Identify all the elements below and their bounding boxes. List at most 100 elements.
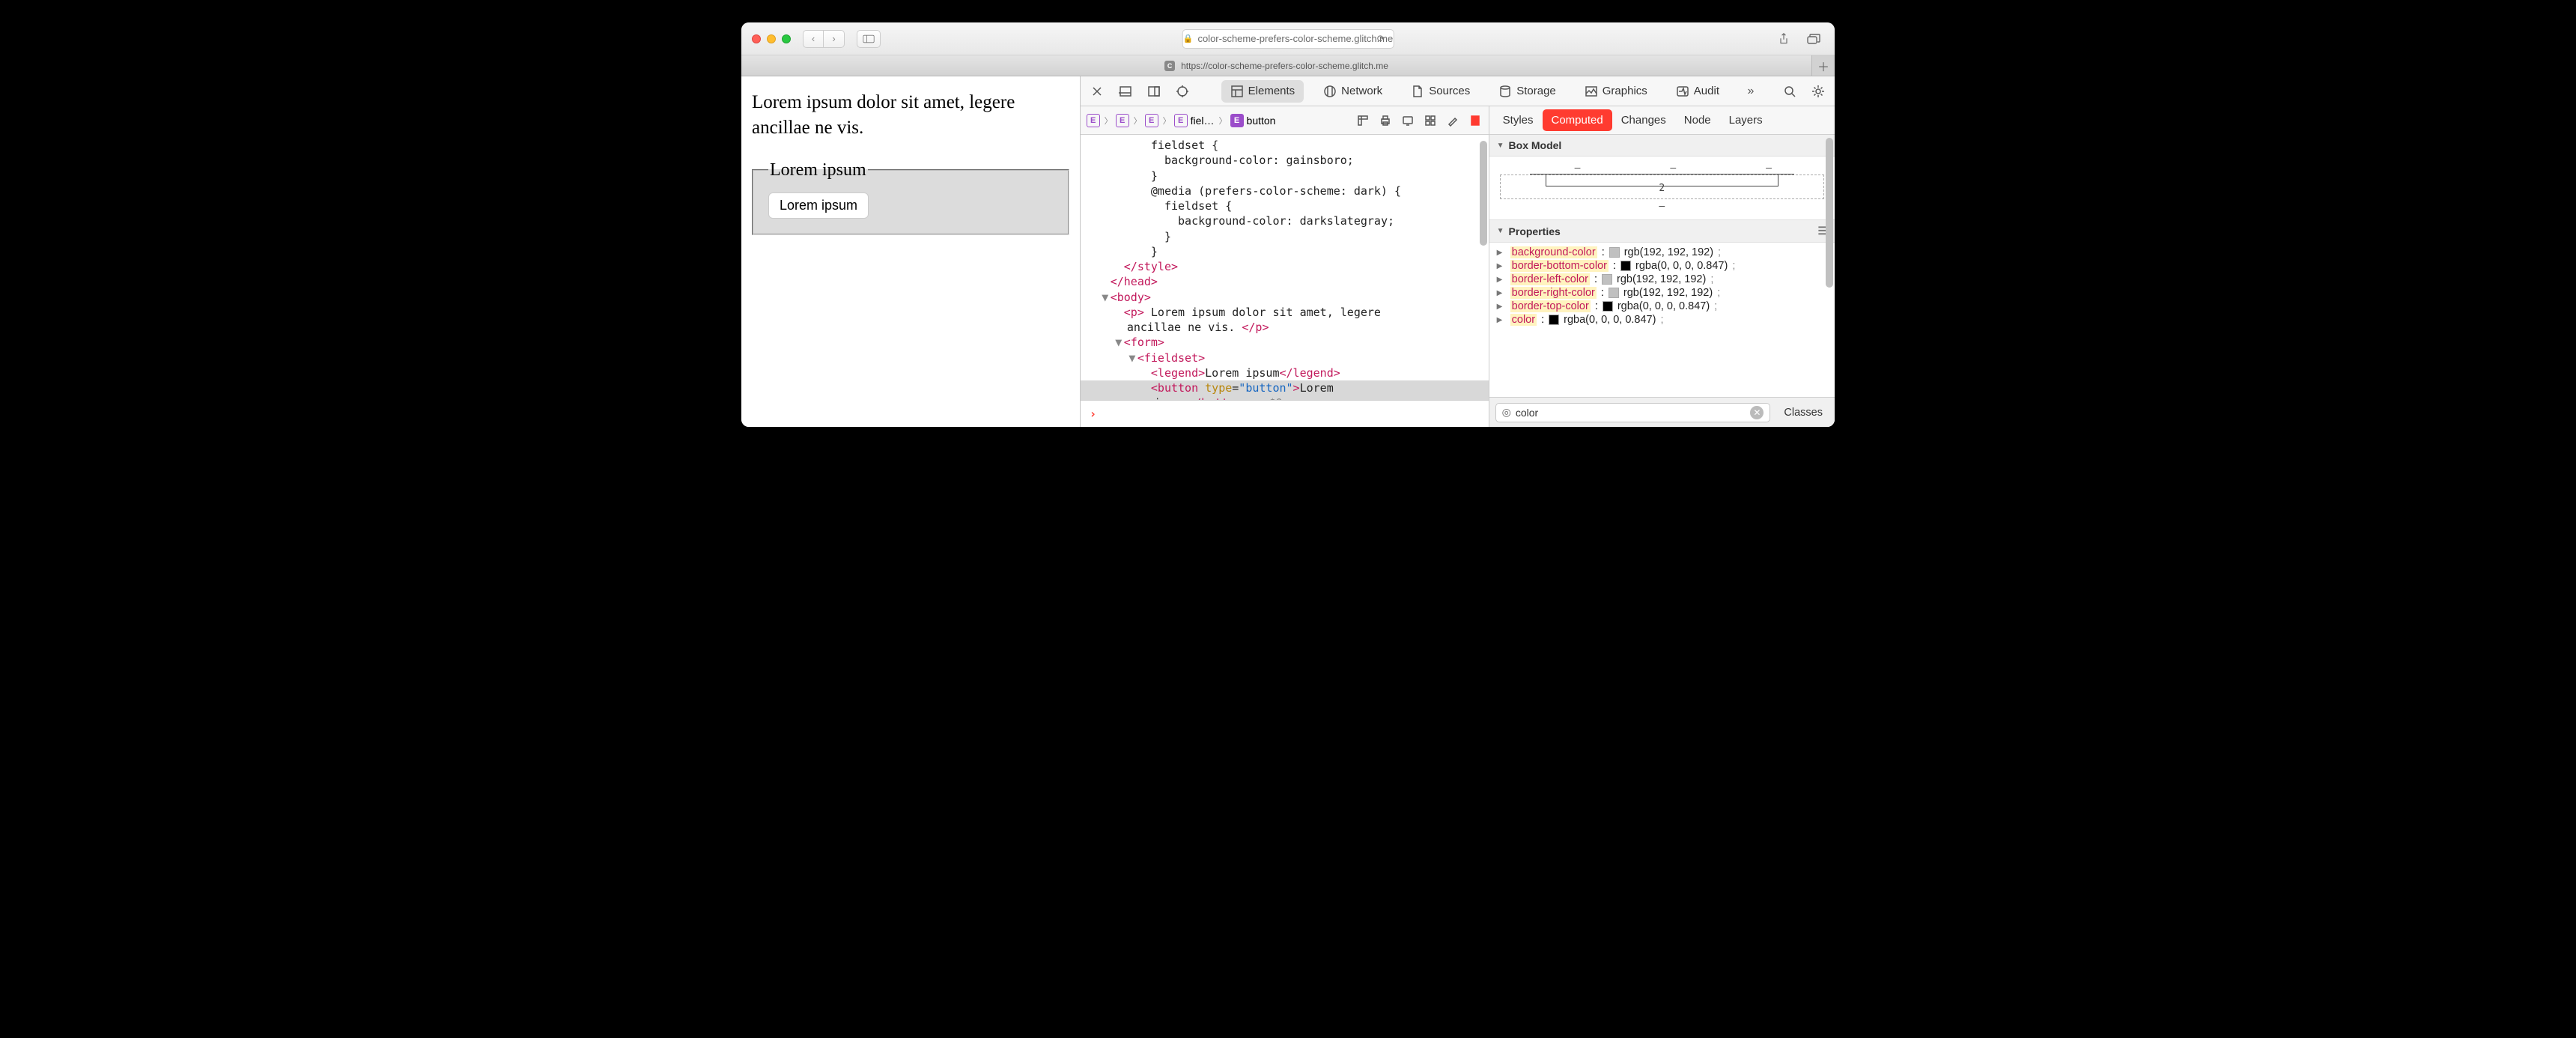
- audit-icon: [1676, 85, 1689, 98]
- tab-network[interactable]: Network: [1314, 80, 1391, 103]
- dom-line[interactable]: ancillae ne vis. </p>: [1081, 320, 1489, 335]
- property-row[interactable]: ▶border-top-color: rgba(0, 0, 0, 0.847);: [1497, 300, 1827, 313]
- print-icon[interactable]: [1378, 113, 1393, 128]
- main-split: Lorem ipsum dolor sit amet, legere ancil…: [741, 76, 1835, 427]
- rulers-icon[interactable]: [1355, 113, 1370, 128]
- paint-icon[interactable]: [1445, 113, 1460, 128]
- dom-line[interactable]: fieldset {: [1081, 198, 1489, 213]
- disclosure-icon: ▼: [1497, 142, 1504, 150]
- sources-icon: [1411, 85, 1424, 98]
- crumb-1[interactable]: E〉: [1116, 114, 1143, 127]
- stab-computed[interactable]: Computed: [1543, 109, 1612, 131]
- address-bar[interactable]: 🔒 color-scheme-prefers-color-scheme.glit…: [1182, 29, 1394, 49]
- traffic-lights: [752, 34, 791, 43]
- browser-tab[interactable]: C https://color-scheme-prefers-color-sch…: [741, 55, 1812, 76]
- tab-elements[interactable]: Elements: [1221, 80, 1304, 103]
- elements-tools: [1355, 113, 1483, 128]
- page-legend: Lorem ipsum: [768, 160, 868, 180]
- titlebar-right: [1773, 31, 1824, 47]
- sidebar-toggle-button[interactable]: [857, 30, 881, 48]
- dom-line[interactable]: ▼<form>: [1081, 335, 1489, 350]
- property-row[interactable]: ▶border-left-color: rgb(192, 192, 192);: [1497, 273, 1827, 286]
- compositing-icon[interactable]: [1468, 113, 1483, 128]
- nav-buttons: ‹ ›: [803, 30, 845, 48]
- tab-audit[interactable]: Audit: [1667, 80, 1728, 103]
- dom-line[interactable]: fieldset {: [1081, 138, 1489, 153]
- dom-line[interactable]: background-color: darkslategray;: [1081, 213, 1489, 228]
- network-icon: [1323, 85, 1337, 98]
- page-viewport: Lorem ipsum dolor sit amet, legere ancil…: [741, 76, 1080, 427]
- new-tab-button[interactable]: ＋: [1812, 55, 1835, 76]
- property-row[interactable]: ▶color: rgba(0, 0, 0, 0.847);: [1497, 313, 1827, 327]
- grid-icon[interactable]: [1423, 113, 1438, 128]
- dom-scrollbar[interactable]: [1478, 135, 1489, 400]
- dom-line[interactable]: ▼<fieldset>: [1081, 350, 1489, 365]
- box-model-diagram: ––– 2 –: [1489, 157, 1835, 220]
- dom-line[interactable]: </head>: [1081, 274, 1489, 289]
- filter-input[interactable]: ◎ color ✕: [1495, 403, 1771, 422]
- dom-line[interactable]: </style>: [1081, 259, 1489, 274]
- close-window-button[interactable]: [752, 34, 761, 43]
- stab-layers[interactable]: Layers: [1720, 109, 1772, 131]
- dom-line[interactable]: <button type="button">Lorem: [1081, 380, 1489, 395]
- reload-button[interactable]: ⟳: [1373, 31, 1388, 46]
- stab-changes[interactable]: Changes: [1612, 109, 1675, 131]
- page-form: Lorem ipsum Lorem ipsum: [752, 160, 1069, 235]
- minimize-window-button[interactable]: [767, 34, 776, 43]
- share-button[interactable]: [1773, 31, 1794, 47]
- dom-line[interactable]: ipsum</button> = $0: [1081, 395, 1489, 400]
- dock-side-button[interactable]: [1145, 82, 1163, 100]
- properties-header[interactable]: ▼ Properties ☰: [1489, 220, 1835, 243]
- url-text: color-scheme-prefers-color-scheme.glitch…: [1197, 33, 1393, 44]
- stab-node[interactable]: Node: [1675, 109, 1720, 131]
- tab-graphics[interactable]: Graphics: [1576, 80, 1656, 103]
- page-button[interactable]: Lorem ipsum: [768, 192, 869, 219]
- dom-line[interactable]: background-color: gainsboro;: [1081, 153, 1489, 168]
- dom-line[interactable]: }: [1081, 229, 1489, 244]
- styles-scrollbar[interactable]: [1824, 135, 1835, 397]
- console-strip[interactable]: ›: [1081, 400, 1489, 427]
- device-icon[interactable]: [1400, 113, 1415, 128]
- dom-line[interactable]: ▼<body>: [1081, 290, 1489, 305]
- classes-button[interactable]: Classes: [1778, 404, 1829, 422]
- box-model-header[interactable]: ▼ Box Model: [1489, 135, 1835, 157]
- crumb-4[interactable]: Ebutton: [1230, 114, 1276, 127]
- tab-sources[interactable]: Sources: [1402, 80, 1479, 103]
- dom-line[interactable]: <p> Lorem ipsum dolor sit amet, legere: [1081, 305, 1489, 320]
- disclosure-icon: ▼: [1497, 227, 1504, 235]
- overflow-button[interactable]: »: [1742, 82, 1760, 100]
- clear-filter-button[interactable]: ✕: [1750, 406, 1764, 419]
- crumb-3[interactable]: Efiel…〉: [1174, 114, 1229, 127]
- tab-storage[interactable]: Storage: [1489, 80, 1565, 103]
- search-button[interactable]: [1781, 82, 1799, 100]
- tabs-icon: [1807, 34, 1820, 44]
- back-button[interactable]: ‹: [803, 30, 824, 48]
- storage-icon: [1498, 85, 1512, 98]
- zoom-window-button[interactable]: [782, 34, 791, 43]
- dom-tree[interactable]: fieldset { background-color: gainsboro; …: [1081, 135, 1489, 400]
- dom-line[interactable]: <legend>Lorem ipsum</legend>: [1081, 365, 1489, 380]
- property-row[interactable]: ▶border-bottom-color: rgba(0, 0, 0, 0.84…: [1497, 259, 1827, 273]
- property-row[interactable]: ▶border-right-color: rgb(192, 192, 192);: [1497, 286, 1827, 300]
- graphics-icon: [1585, 85, 1598, 98]
- tabs-button[interactable]: [1803, 31, 1824, 47]
- close-devtools-button[interactable]: [1088, 82, 1106, 100]
- stab-styles[interactable]: Styles: [1494, 109, 1543, 131]
- forward-button[interactable]: ›: [824, 30, 845, 48]
- dock-bottom-button[interactable]: [1117, 82, 1134, 100]
- styles-panel: Styles Computed Changes Node Layers ▼ Bo…: [1489, 106, 1835, 427]
- settings-button[interactable]: [1809, 82, 1827, 100]
- dom-line[interactable]: @media (prefers-color-scheme: dark) {: [1081, 183, 1489, 198]
- dom-line[interactable]: }: [1081, 244, 1489, 259]
- titlebar: ‹ › 🔒 color-scheme-prefers-color-scheme.…: [741, 22, 1835, 55]
- inspect-element-button[interactable]: [1173, 82, 1191, 100]
- page-paragraph: Lorem ipsum dolor sit amet, legere ancil…: [752, 90, 1069, 141]
- tab-title: https://color-scheme-prefers-color-schem…: [1181, 61, 1388, 71]
- devtools-body: E〉 E〉 E〉 Efiel…〉 Ebutton: [1081, 106, 1835, 427]
- elements-panel: E〉 E〉 E〉 Efiel…〉 Ebutton: [1081, 106, 1489, 427]
- dom-line[interactable]: }: [1081, 169, 1489, 183]
- crumb-0[interactable]: E〉: [1087, 114, 1114, 127]
- crumb-2[interactable]: E〉: [1145, 114, 1173, 127]
- property-row[interactable]: ▶background-color: rgb(192, 192, 192);: [1497, 246, 1827, 259]
- lock-icon: 🔒: [1183, 34, 1194, 43]
